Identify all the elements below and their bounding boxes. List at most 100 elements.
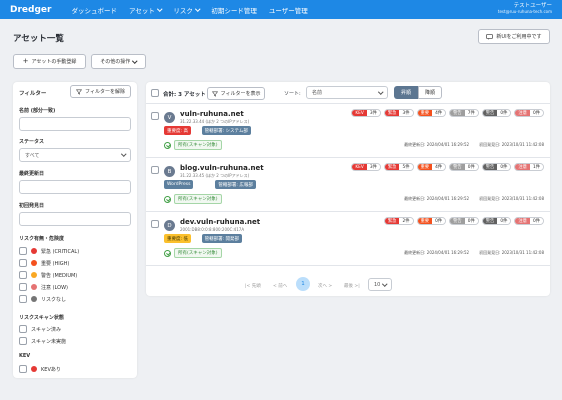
- asset-tag: 重要度: 低: [164, 234, 191, 243]
- severity-badge-label: 注意: [515, 164, 530, 170]
- scan-option-unscanned[interactable]: スキャン未実施: [19, 337, 66, 345]
- feedback-button[interactable]: 新UIをご利用中です: [478, 29, 550, 44]
- page-first[interactable]: |< 先頭: [245, 283, 261, 289]
- asset-card[interactable]: Vvuln-ruhuna.net 31.22.33.44 (ほか 2 つのIPアド…: [146, 105, 550, 158]
- asset-ip: 2001:DB8:0:0:8:800:200C:417A: [180, 227, 245, 232]
- nav-users[interactable]: ユーザー管理: [269, 5, 308, 15]
- asset-checkbox[interactable]: [151, 166, 159, 174]
- severity-badge[interactable]: 警告 7件: [449, 109, 479, 117]
- sort-select[interactable]: 名前: [306, 86, 388, 99]
- page-next[interactable]: 次へ >: [318, 283, 332, 289]
- nav-dashboard-label: ダッシュボード: [71, 6, 117, 15]
- severity-badge[interactable]: 注意 0件: [514, 109, 544, 117]
- checkbox[interactable]: [19, 247, 27, 255]
- asset-dates: 最終更新日: 2024/04/01 16:29:52 初回発見日: 2023/10…: [404, 142, 544, 148]
- sort-label: ソート:: [284, 91, 301, 97]
- risk-filter-label: リスク有無・危険度: [19, 236, 65, 242]
- checkbox[interactable]: [19, 365, 27, 373]
- page-size-select[interactable]: 10: [368, 278, 392, 291]
- asset-ip: 31.22.33.45 (ほか 2 つのIPアドレス): [180, 173, 250, 178]
- first-found: 初回発見日: 2023/10/31 11:42:08: [479, 250, 544, 255]
- severity-badge-count: 1件: [529, 164, 543, 170]
- checkbox[interactable]: [19, 295, 27, 303]
- severity-badge[interactable]: 重要 4件: [416, 109, 447, 117]
- chevron-down-icon: [157, 6, 163, 11]
- page-title: アセット一覧: [13, 34, 64, 44]
- checkbox[interactable]: [19, 325, 27, 333]
- nav-assets[interactable]: アセット: [129, 5, 163, 15]
- severity-badge[interactable]: 注意 0件: [514, 217, 544, 225]
- clear-filter-button[interactable]: フィルターを解除: [70, 85, 131, 98]
- chevron-down-icon: [120, 151, 126, 157]
- first-found-input[interactable]: [19, 212, 131, 226]
- clear-filter-label: フィルターを解除: [85, 89, 125, 95]
- sort-asc-label: 昇順: [400, 90, 411, 96]
- severity-badge[interactable]: 警告 0件: [449, 163, 479, 171]
- asset-card[interactable]: Ddev.vuln-ruhuna.net 2001:DB8:0:0:8:800:2…: [146, 213, 550, 266]
- severity-badge-count: 0件: [529, 110, 543, 116]
- kev-badge[interactable]: KEV 3件: [351, 163, 381, 171]
- asset-card[interactable]: Bblog.vuln-ruhuna.net 31.22.33.45 (ほか 2 つ…: [146, 159, 550, 212]
- other-ops-button[interactable]: その他の操作: [91, 54, 146, 69]
- kev-option[interactable]: KEVあり: [19, 365, 61, 373]
- check-circle-icon: [164, 249, 171, 257]
- severity-badge[interactable]: 警告 0件: [481, 163, 512, 171]
- severity-badge-count: 0件: [464, 164, 478, 170]
- risk-option[interactable]: 重要 (HIGH): [19, 259, 69, 267]
- asset-tag: 管轄部署: 開発部: [201, 234, 243, 243]
- asset-avatar: B: [164, 166, 175, 177]
- total-count: 合計: 3 アセット: [163, 92, 206, 98]
- checkbox[interactable]: [19, 259, 27, 267]
- status-select[interactable]: すべて: [19, 148, 131, 162]
- severity-badge[interactable]: 重要 0件: [416, 217, 447, 225]
- page-current[interactable]: 1: [296, 277, 310, 291]
- severity-badge[interactable]: 緊急 5件: [383, 163, 414, 171]
- last-updated-input[interactable]: [19, 180, 131, 194]
- checkbox[interactable]: [19, 337, 27, 345]
- asset-checkbox[interactable]: [151, 220, 159, 228]
- severity-badge[interactable]: 警告 0件: [481, 217, 512, 225]
- nav-seeds[interactable]: 初期シード管理: [211, 5, 257, 15]
- scan-option-scanned[interactable]: スキャン済み: [19, 325, 61, 333]
- severity-badge[interactable]: 緊急 2件: [383, 217, 414, 225]
- severity-badge-label: 注意: [515, 218, 530, 224]
- risk-option[interactable]: 緊急 (CRITICAL): [19, 247, 79, 255]
- asset-host[interactable]: blog.vuln-ruhuna.net: [180, 164, 264, 172]
- kev-option-label: KEVあり: [41, 366, 61, 373]
- manual-register-button[interactable]: + アセットの手動登録: [13, 54, 86, 69]
- severity-badge-count: 5件: [399, 164, 413, 170]
- sort-desc-button[interactable]: 降順: [418, 86, 442, 99]
- sort-asc-button[interactable]: 昇順: [394, 86, 418, 99]
- show-filter-button[interactable]: フィルターを表示: [207, 87, 265, 100]
- page-prev[interactable]: < 前へ: [273, 283, 287, 289]
- name-filter-input[interactable]: [19, 117, 131, 131]
- severity-badge[interactable]: 警告 0件: [449, 217, 479, 225]
- nav-risks[interactable]: リスク: [173, 5, 201, 15]
- checkbox[interactable]: [19, 283, 27, 291]
- asset-checkbox[interactable]: [151, 112, 159, 120]
- page-last[interactable]: 最後 >|: [344, 283, 360, 289]
- asset-host[interactable]: dev.vuln-ruhuna.net: [180, 218, 260, 226]
- risk-option[interactable]: 注意 (LOW): [19, 283, 68, 291]
- checkbox[interactable]: [19, 271, 27, 279]
- severity-badge[interactable]: 警告 0件: [481, 109, 512, 117]
- select-all-checkbox[interactable]: [151, 89, 159, 97]
- nav-dashboard[interactable]: ダッシュボード: [71, 5, 117, 15]
- user-menu[interactable]: テストユーザー test@ruu-ruhuna-tech.com: [498, 3, 552, 14]
- risk-option[interactable]: リスクなし: [19, 295, 66, 303]
- sort-desc-label: 降順: [424, 90, 435, 96]
- scan-status-label: 所有(スキャン対象): [174, 248, 222, 258]
- asset-host[interactable]: vuln-ruhuna.net: [180, 110, 244, 118]
- last-updated: 最終更新日: 2024/04/01 16:29:52: [404, 142, 470, 147]
- severity-badge-label: 警告: [450, 218, 465, 224]
- brand-logo[interactable]: Dredger: [10, 5, 51, 15]
- severity-badge[interactable]: 緊急 3件: [383, 109, 414, 117]
- kev-badge[interactable]: KEV 3件: [351, 109, 381, 117]
- kev-dot: [31, 366, 37, 372]
- risk-option[interactable]: 警告 (MEDIUM): [19, 271, 77, 279]
- severity-badge[interactable]: 注意 1件: [514, 163, 544, 171]
- severity-badge-count: 0件: [529, 218, 543, 224]
- filter-icon: [76, 89, 83, 95]
- asset-tag: 管轄部署: システム部: [201, 126, 251, 135]
- severity-badge[interactable]: 重要 4件: [416, 163, 447, 171]
